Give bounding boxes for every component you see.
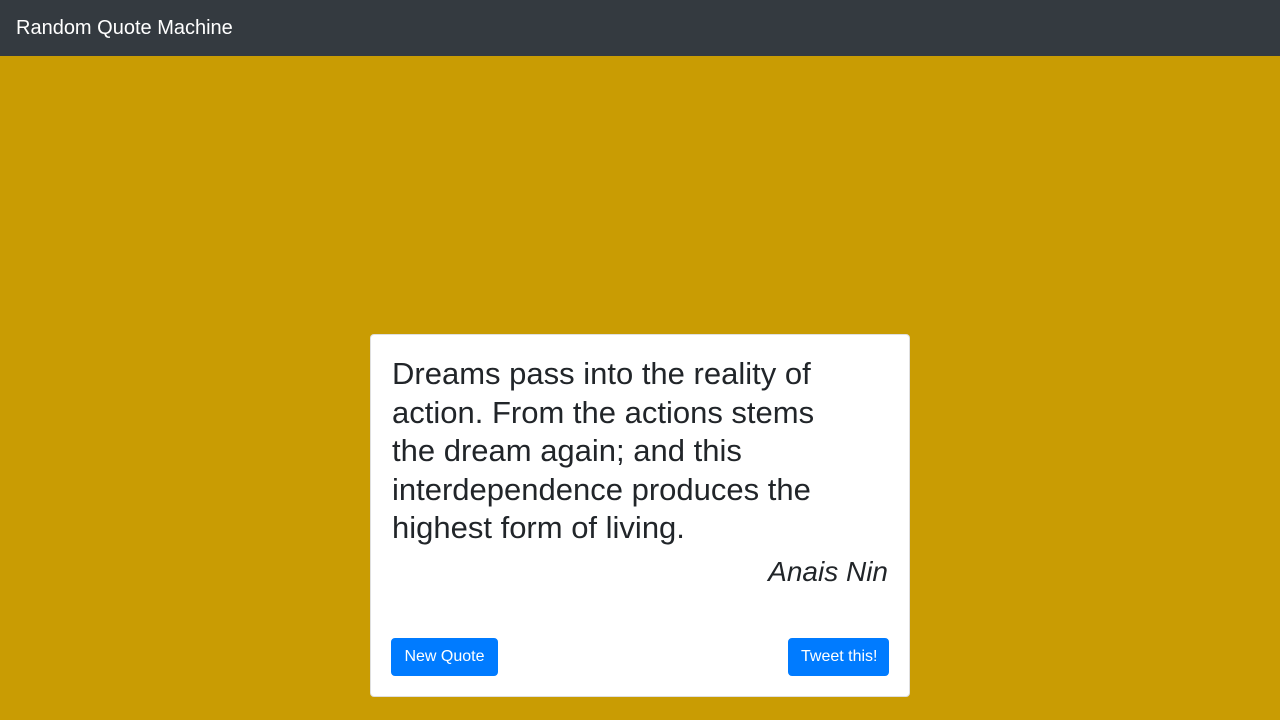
- tweet-button[interactable]: Tweet this!: [788, 638, 889, 676]
- top-navbar: Random Quote Machine: [0, 0, 1280, 56]
- quote-card: Dreams pass into the reality of action. …: [370, 334, 910, 697]
- quote-text: Dreams pass into the reality of action. …: [392, 356, 815, 545]
- new-quote-button[interactable]: New Quote: [391, 638, 498, 676]
- quote-author: Anais Nin: [768, 556, 888, 587]
- navbar-brand[interactable]: Random Quote Machine: [16, 18, 233, 38]
